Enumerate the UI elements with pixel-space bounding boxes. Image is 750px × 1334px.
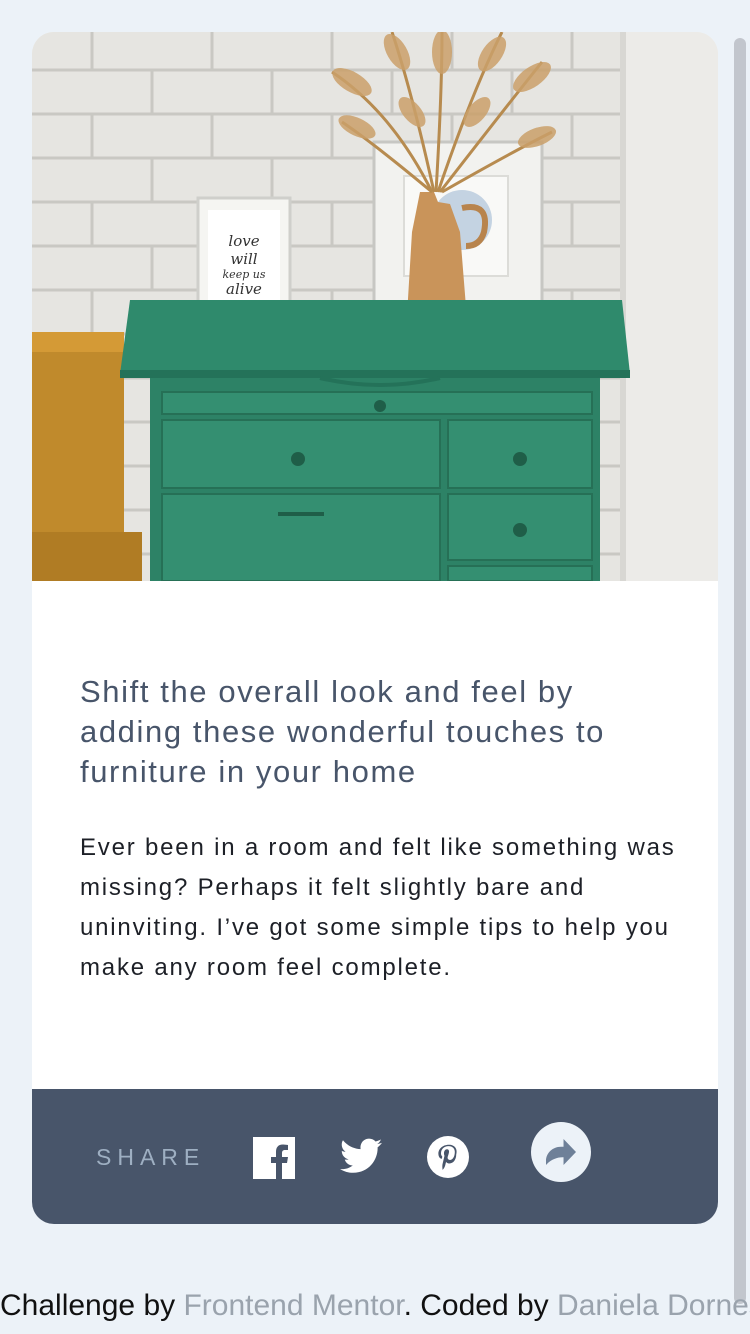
- twitter-icon[interactable]: [340, 1138, 382, 1174]
- share-arrow-icon: [546, 1139, 576, 1165]
- footer-middle: . Coded by: [403, 1289, 558, 1322]
- svg-text:love: love: [228, 232, 259, 250]
- frontend-mentor-link[interactable]: Frontend Mentor: [183, 1289, 403, 1322]
- author-link[interactable]: Daniela Dornes: [557, 1289, 750, 1322]
- svg-text:alive: alive: [226, 280, 262, 298]
- pinterest-icon[interactable]: [427, 1136, 469, 1178]
- article-description: Ever been in a room and felt like someth…: [80, 834, 676, 981]
- scrollbar[interactable]: [734, 38, 746, 1304]
- article-title[interactable]: Shift the overall look and feel by addin…: [80, 672, 680, 792]
- facebook-icon[interactable]: [253, 1137, 295, 1179]
- footer-prefix: Challenge by: [0, 1289, 184, 1322]
- share-button[interactable]: [531, 1122, 591, 1182]
- share-label: SHARE: [96, 1144, 206, 1170]
- share-bar: SHARE: [32, 1089, 718, 1224]
- article-card: love will keep us alive Shift the overal…: [32, 32, 718, 1224]
- svg-text:will: will: [230, 250, 257, 268]
- attribution-footer: Challenge by Frontend Mentor. Coded by D…: [0, 1286, 750, 1326]
- article-image: love will keep us alive: [32, 32, 718, 581]
- article-content: Shift the overall look and feel by addin…: [80, 672, 680, 988]
